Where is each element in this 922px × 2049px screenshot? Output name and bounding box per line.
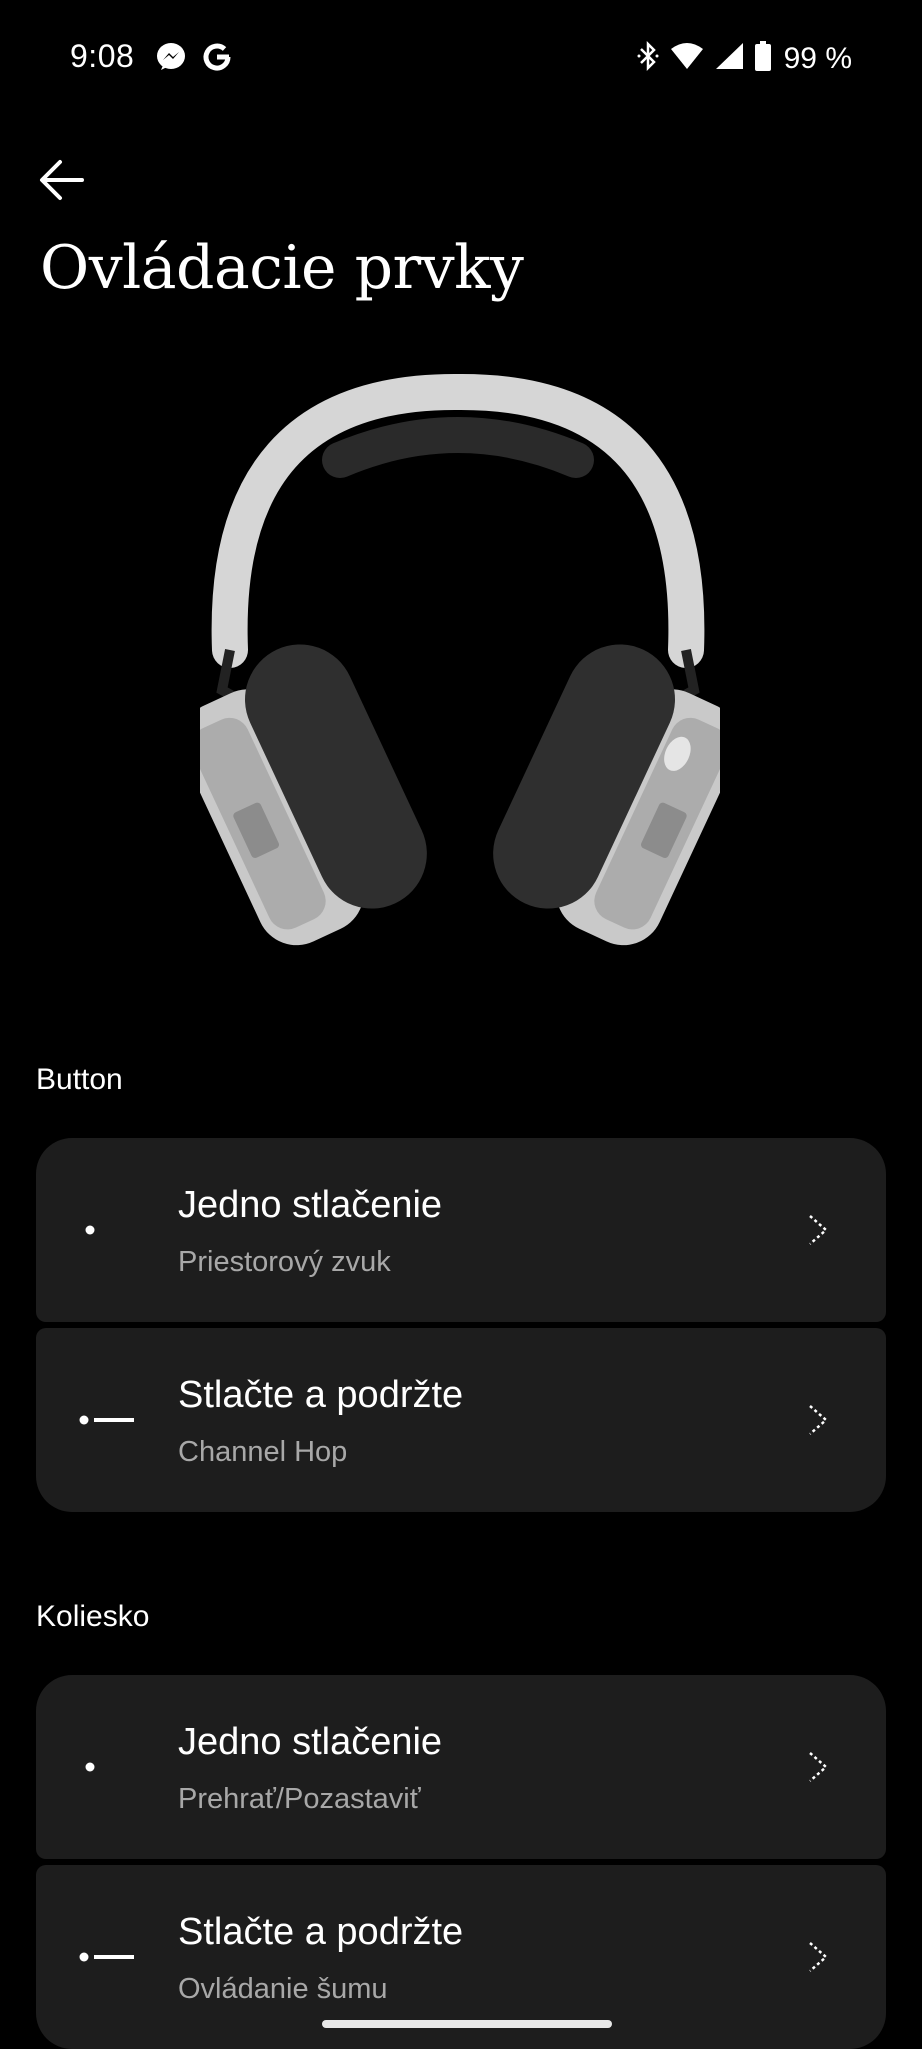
- row-subtitle: Prehrať/Pozastaviť: [178, 1783, 421, 1815]
- single-press-icon: [85, 1762, 95, 1772]
- row-subtitle: Channel Hop: [178, 1436, 348, 1468]
- home-indicator[interactable]: [322, 2020, 612, 2028]
- status-system-icons: 99 %: [636, 40, 852, 77]
- chevron-right-icon: [809, 1942, 828, 1972]
- battery-percentage: 99 %: [783, 41, 852, 75]
- google-icon: [201, 41, 233, 78]
- row-title: Stlačte a podržte: [178, 1374, 464, 1416]
- press-hold-icon: [79, 1415, 134, 1425]
- row-title: Stlačte a podržte: [178, 1911, 464, 1953]
- button-controls-list: Jedno stlačenie Priestorový zvuk Stlačte…: [36, 1138, 886, 1512]
- bluetooth-icon: [636, 40, 660, 77]
- single-press-icon: [85, 1225, 95, 1235]
- button-press-hold-row[interactable]: Stlačte a podržte Channel Hop: [36, 1328, 886, 1512]
- press-hold-icon: [79, 1952, 134, 1962]
- chevron-right-icon: [809, 1752, 828, 1782]
- row-subtitle: Ovládanie šumu: [178, 1973, 388, 2005]
- row-title: Jedno stlačenie: [178, 1721, 443, 1763]
- wheel-single-press-row[interactable]: Jedno stlačenie Prehrať/Pozastaviť: [36, 1675, 886, 1859]
- wifi-icon: [670, 41, 704, 76]
- section-label-button: Button: [36, 1063, 123, 1096]
- row-title: Jedno stlačenie: [178, 1184, 443, 1226]
- arrow-left-icon: [40, 160, 84, 200]
- status-time: 9:08: [70, 38, 135, 74]
- signal-icon: [714, 41, 744, 76]
- chevron-right-icon: [809, 1405, 828, 1435]
- status-notification-icons: [155, 41, 233, 78]
- headphones-image: [180, 370, 740, 950]
- back-button[interactable]: [32, 150, 92, 210]
- button-single-press-row[interactable]: Jedno stlačenie Priestorový zvuk: [36, 1138, 886, 1322]
- page-title: Ovládacie prvky: [40, 233, 524, 303]
- section-label-wheel: Koliesko: [36, 1600, 150, 1633]
- wheel-controls-list: Jedno stlačenie Prehrať/Pozastaviť Stlač…: [36, 1675, 886, 2049]
- row-subtitle: Priestorový zvuk: [178, 1246, 391, 1278]
- chevron-right-icon: [809, 1215, 828, 1245]
- battery-icon: [754, 40, 772, 77]
- status-bar: 9:08 99 %: [0, 0, 922, 118]
- messenger-icon: [155, 41, 187, 78]
